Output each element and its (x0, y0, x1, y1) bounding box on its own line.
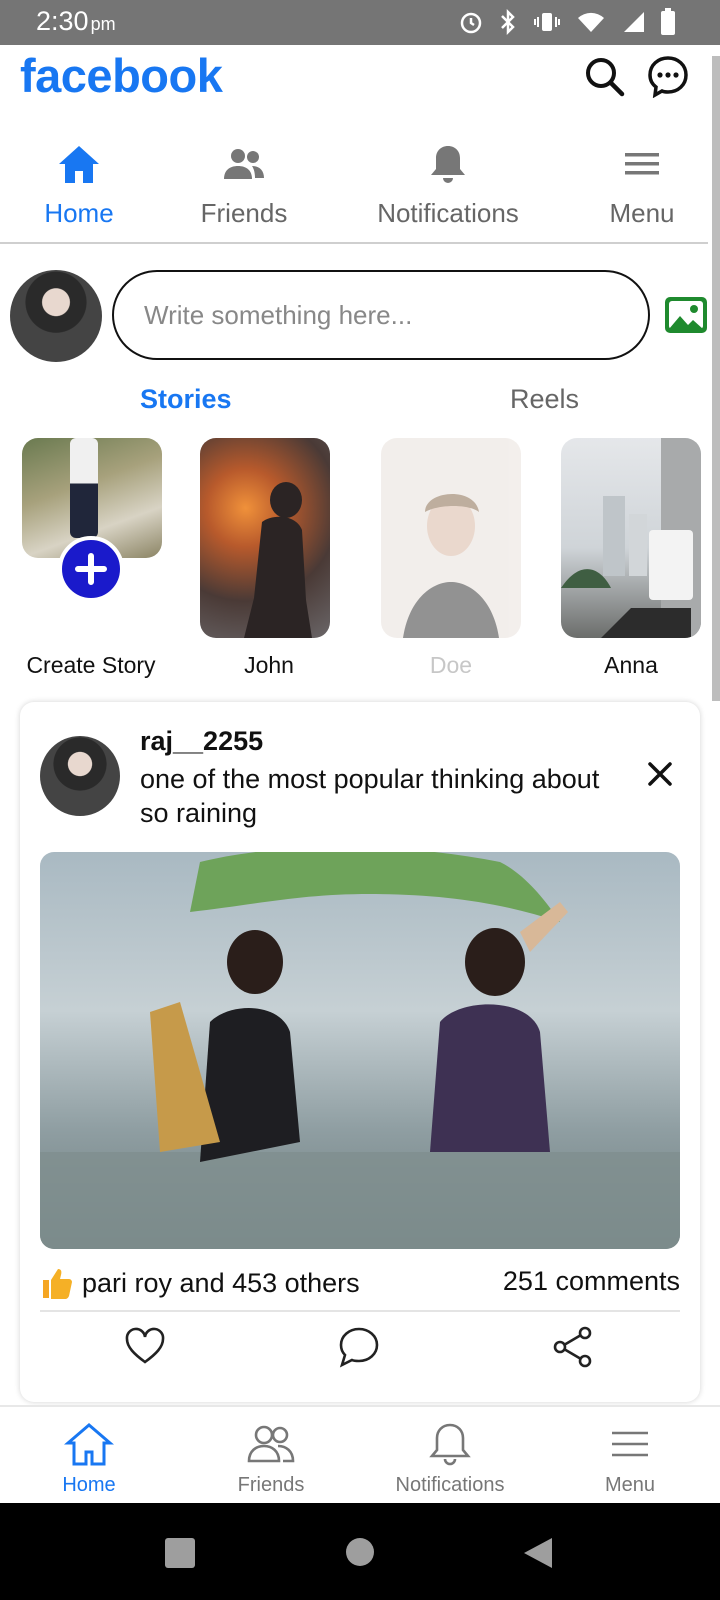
tab-notifications[interactable]: Notifications (368, 140, 528, 229)
bottom-nav-home[interactable]: Home (54, 1421, 124, 1497)
story-anna-scene (561, 438, 701, 638)
bottom-nav-menu[interactable]: Menu (598, 1421, 662, 1497)
share-icon[interactable] (552, 1326, 594, 1368)
facebook-logo: facebook (20, 49, 223, 102)
story-anna[interactable] (561, 438, 701, 638)
story-doe-portrait (403, 493, 499, 638)
signal-icon (624, 12, 644, 32)
status-bar: 2:30 pm (0, 0, 720, 45)
bluetooth-icon (501, 9, 515, 35)
bottom-nav-friends[interactable]: Friends (230, 1421, 312, 1497)
wifi-icon (578, 12, 604, 32)
status-time: 2:30 pm (36, 6, 116, 37)
status-time-period: pm (90, 14, 116, 34)
story-name-john: John (244, 652, 294, 678)
story-john-silhouette (244, 482, 312, 638)
search-icon[interactable] (582, 54, 626, 98)
scrollbar[interactable] (712, 56, 720, 701)
top-tabs: Home Friends Notifications Menu (0, 140, 708, 244)
menu-icon (625, 153, 659, 175)
home-circle-icon[interactable] (345, 1537, 375, 1567)
bottom-nav-notifications-label: Notifications (395, 1474, 505, 1496)
back-icon[interactable] (522, 1537, 554, 1569)
create-story-photo-figure (70, 438, 98, 538)
bottom-nav-menu-label: Menu (604, 1474, 656, 1496)
post-image[interactable] (40, 852, 680, 1249)
post-image-scene (40, 852, 680, 1249)
tab-stories[interactable]: Stories (140, 384, 232, 415)
comment-icon[interactable] (338, 1326, 380, 1368)
post-author-avatar[interactable] (40, 736, 120, 816)
story-john[interactable] (200, 438, 330, 638)
recents-icon[interactable] (164, 1537, 196, 1569)
tab-friends-label: Friends (200, 198, 288, 228)
status-icons (458, 8, 676, 36)
tab-menu[interactable]: Menu (606, 140, 678, 229)
story-doe[interactable] (381, 438, 521, 638)
tab-friends[interactable]: Friends (196, 140, 292, 229)
tab-menu-label: Menu (609, 198, 675, 228)
vibrate-icon (534, 13, 560, 31)
story-name-doe: Doe (429, 652, 473, 678)
friends-outline-icon (247, 1425, 295, 1463)
post-username[interactable]: raj__2255 (140, 726, 263, 757)
tab-reels[interactable]: Reels (510, 384, 579, 415)
alarm-icon (460, 12, 482, 34)
thumbs-up-icon (43, 1269, 72, 1299)
bell-icon (431, 146, 465, 183)
post-comments-count[interactable]: 251 comments (503, 1266, 680, 1297)
friends-icon (224, 149, 264, 179)
battery-icon (661, 8, 675, 35)
post-text: one of the most popular thinking about s… (140, 764, 600, 828)
bottom-nav-friends-label: Friends (237, 1474, 305, 1496)
user-avatar[interactable] (10, 270, 102, 362)
bottom-nav-home-label: Home (62, 1474, 116, 1496)
bell-outline-icon (429, 1423, 471, 1466)
android-navigation-bar (0, 1503, 720, 1600)
post-divider (40, 1310, 680, 1312)
post-reactions-text: pari roy and 453 others (82, 1267, 360, 1298)
status-time-value: 2:30 (36, 6, 89, 36)
tab-home-label: Home (44, 198, 114, 228)
bottom-nav: Home Friends Notifications Menu (0, 1405, 720, 1503)
close-icon[interactable] (646, 760, 674, 788)
home-outline-icon (63, 1423, 115, 1466)
messenger-icon[interactable] (646, 54, 690, 98)
like-icon[interactable] (124, 1326, 166, 1368)
post-reactions[interactable]: pari roy and 453 others (40, 1266, 360, 1300)
bottom-nav-notifications[interactable]: Notifications (384, 1421, 516, 1497)
menu-lines-icon (612, 1431, 648, 1457)
home-icon (59, 146, 99, 183)
plus-icon (75, 553, 107, 585)
compose-input[interactable]: Write something here... (112, 270, 650, 360)
tab-notifications-label: Notifications (377, 198, 519, 228)
tab-home[interactable]: Home (40, 140, 118, 229)
story-name-create: Create Story (26, 652, 156, 678)
photo-icon[interactable] (664, 296, 708, 334)
story-name-anna: Anna (604, 652, 658, 678)
compose-placeholder: Write something here... (144, 299, 413, 330)
add-story-button[interactable] (58, 536, 124, 602)
